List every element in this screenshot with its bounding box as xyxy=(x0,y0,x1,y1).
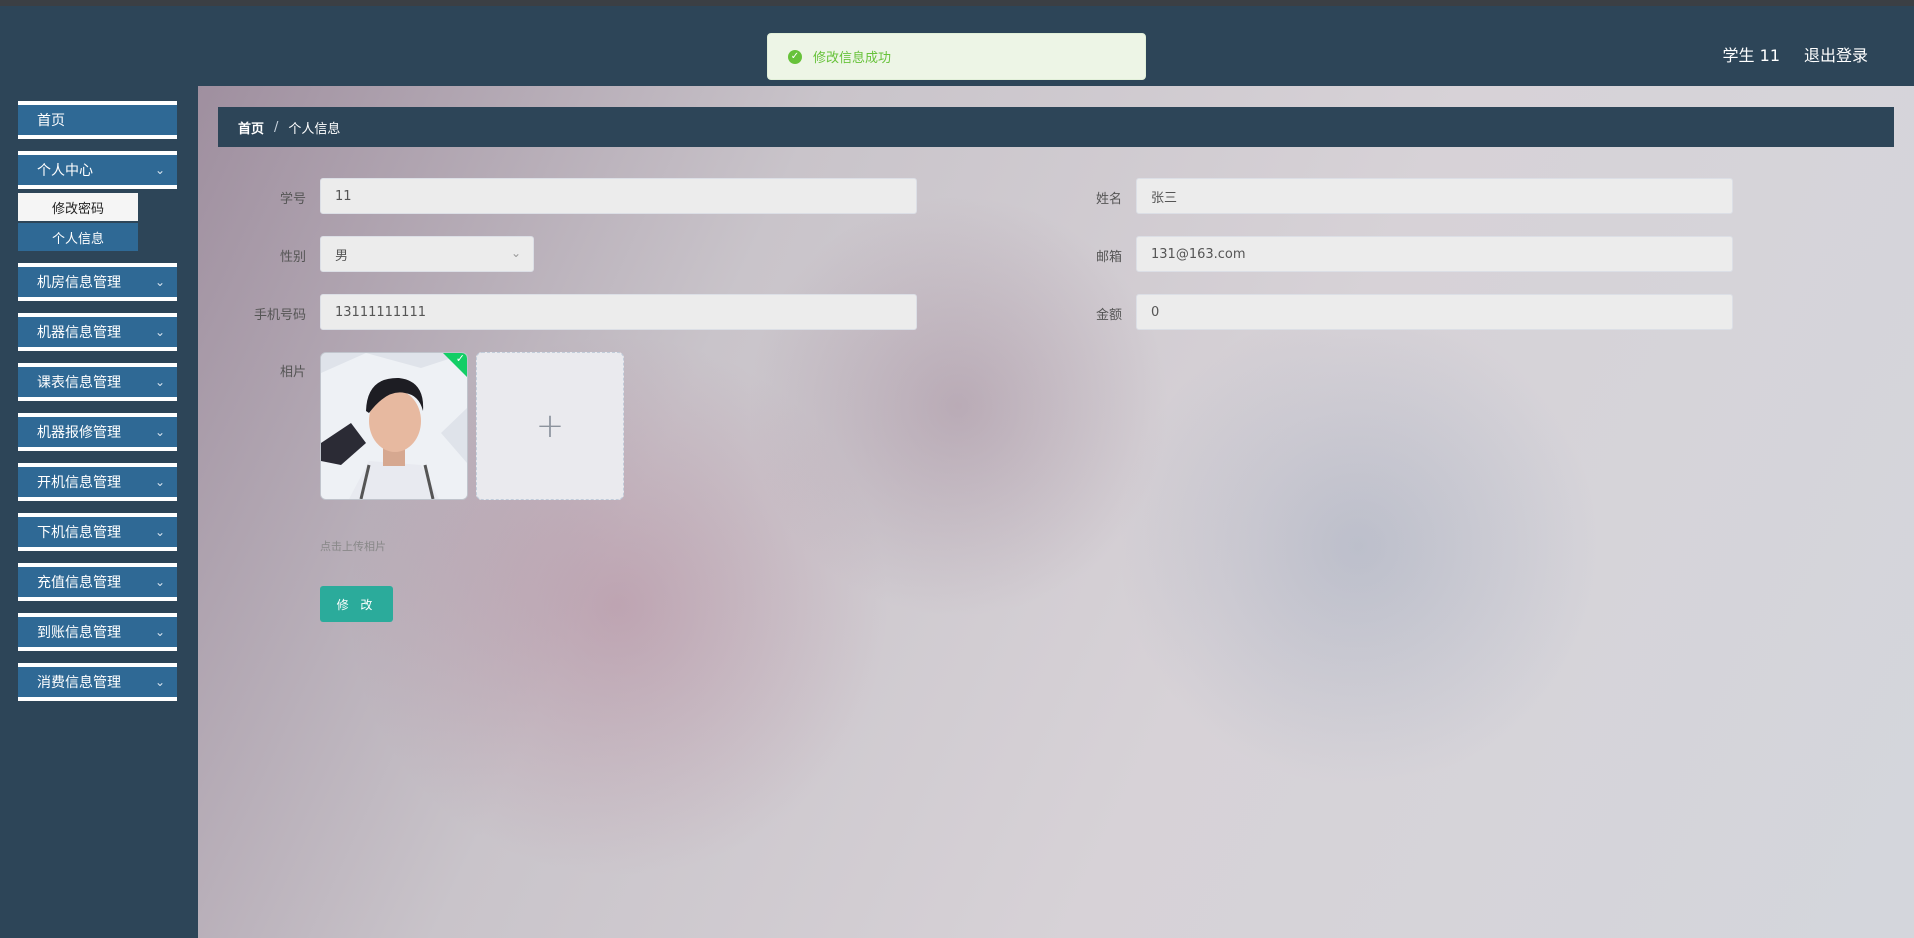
balance-label: 金额 xyxy=(1095,308,1122,323)
sidebar-item-home[interactable]: 首页 xyxy=(18,101,177,139)
gender-label: 性别 xyxy=(279,250,306,265)
sidebar-item-label: 开机信息管理 xyxy=(37,475,121,491)
sidebar-item-recharge[interactable]: 充值信息管理 ⌄ xyxy=(18,563,177,601)
sidebar-item-label: 机房信息管理 xyxy=(37,275,121,291)
main-content: 首页 / 个人信息 学号 11 姓名 张三 性别 男 ⌄ 邮箱 131@163.… xyxy=(198,86,1914,938)
balance-value: 0 xyxy=(1151,304,1160,320)
chevron-down-icon: ⌄ xyxy=(154,625,165,639)
sidebar-item-consumption[interactable]: 消费信息管理 ⌄ xyxy=(18,663,177,701)
gender-value: 男 xyxy=(335,248,349,264)
sidebar-item-label: 个人中心 xyxy=(37,163,93,179)
chevron-down-icon: ⌄ xyxy=(154,375,165,389)
submenu-personal-info[interactable]: 个人信息 xyxy=(18,223,138,251)
sidebar-item-lab-info[interactable]: 机房信息管理 ⌄ xyxy=(18,263,177,301)
sidebar-item-schedule-info[interactable]: 课表信息管理 ⌄ xyxy=(18,363,177,401)
check-icon: ✓ xyxy=(455,352,465,365)
submenu-label: 修改密码 xyxy=(51,201,104,217)
chevron-down-icon: ⌄ xyxy=(154,475,165,489)
chevron-down-icon: ⌄ xyxy=(154,163,165,177)
sidebar-item-label: 机器报修管理 xyxy=(37,425,121,441)
sidebar-item-label: 课表信息管理 xyxy=(37,375,121,391)
submenu-label: 个人信息 xyxy=(51,231,104,247)
sidebar-item-label: 下机信息管理 xyxy=(37,525,121,541)
email-field[interactable]: 131@163.com xyxy=(1136,236,1733,272)
sidebar-item-log-off[interactable]: 下机信息管理 ⌄ xyxy=(18,513,177,551)
top-header: ✓ 修改信息成功 学生 11 退出登录 xyxy=(0,6,1914,86)
phone-label: 手机号码 xyxy=(253,308,306,323)
sidebar-item-label: 首页 xyxy=(37,113,65,129)
plus-icon: + xyxy=(535,406,565,446)
toast-message: 修改信息成功 xyxy=(813,51,892,66)
sidebar-item-label: 消费信息管理 xyxy=(37,675,121,691)
photo-upload-button[interactable]: + xyxy=(476,352,624,500)
profile-photo[interactable]: ✓ xyxy=(320,352,468,500)
chevron-down-icon: ⌄ xyxy=(154,675,165,689)
chevron-down-icon: ⌄ xyxy=(154,275,165,289)
sidebar-item-label: 到账信息管理 xyxy=(37,625,121,641)
sidebar: 首页 个人中心 ⌄ 修改密码 个人信息 机房信息管理 ⌄ 机器信息管理 ⌄ 课表… xyxy=(0,86,198,938)
student-id-field[interactable]: 11 xyxy=(320,178,917,214)
logout-button[interactable]: 退出登录 xyxy=(1804,42,1868,66)
success-check-icon: ✓ xyxy=(788,49,802,64)
sidebar-item-label: 机器信息管理 xyxy=(37,325,121,341)
chevron-down-icon: ⌄ xyxy=(154,575,165,589)
chevron-down-icon: ⌄ xyxy=(154,325,165,339)
submit-button[interactable]: 修 改 xyxy=(320,586,393,622)
sidebar-item-machine-info[interactable]: 机器信息管理 ⌄ xyxy=(18,313,177,351)
sidebar-item-power-on[interactable]: 开机信息管理 ⌄ xyxy=(18,463,177,501)
chevron-down-icon: ⌄ xyxy=(154,525,165,539)
name-label: 姓名 xyxy=(1095,192,1122,207)
sidebar-item-arrival[interactable]: 到账信息管理 ⌄ xyxy=(18,613,177,651)
breadcrumb-home[interactable]: 首页 xyxy=(238,118,264,137)
breadcrumb: 首页 / 个人信息 xyxy=(218,107,1894,147)
gender-select[interactable]: 男 ⌄ xyxy=(320,236,534,272)
breadcrumb-separator: / xyxy=(274,119,279,135)
sidebar-item-personal-center[interactable]: 个人中心 ⌄ xyxy=(18,151,177,189)
sidebar-item-label: 充值信息管理 xyxy=(37,575,121,591)
success-toast: ✓ 修改信息成功 xyxy=(767,33,1146,80)
upload-hint: 点击上传相片 xyxy=(320,540,386,553)
photo-label: 相片 xyxy=(279,365,306,380)
name-field[interactable]: 张三 xyxy=(1136,178,1733,214)
current-user: 学生 11 xyxy=(1722,46,1780,65)
submenu-change-password[interactable]: 修改密码 xyxy=(18,193,138,221)
sidebar-item-repair[interactable]: 机器报修管理 ⌄ xyxy=(18,413,177,451)
balance-field[interactable]: 0 xyxy=(1136,294,1733,330)
breadcrumb-current: 个人信息 xyxy=(288,121,341,137)
student-id-value: 11 xyxy=(335,188,352,204)
phone-value: 13111111111 xyxy=(335,304,426,320)
phone-field[interactable]: 13111111111 xyxy=(320,294,917,330)
email-value: 131@163.com xyxy=(1151,246,1246,262)
email-label: 邮箱 xyxy=(1095,250,1122,265)
student-id-label: 学号 xyxy=(279,192,306,207)
name-value: 张三 xyxy=(1151,190,1178,206)
chevron-down-icon: ⌄ xyxy=(510,246,521,260)
chevron-down-icon: ⌄ xyxy=(154,425,165,439)
